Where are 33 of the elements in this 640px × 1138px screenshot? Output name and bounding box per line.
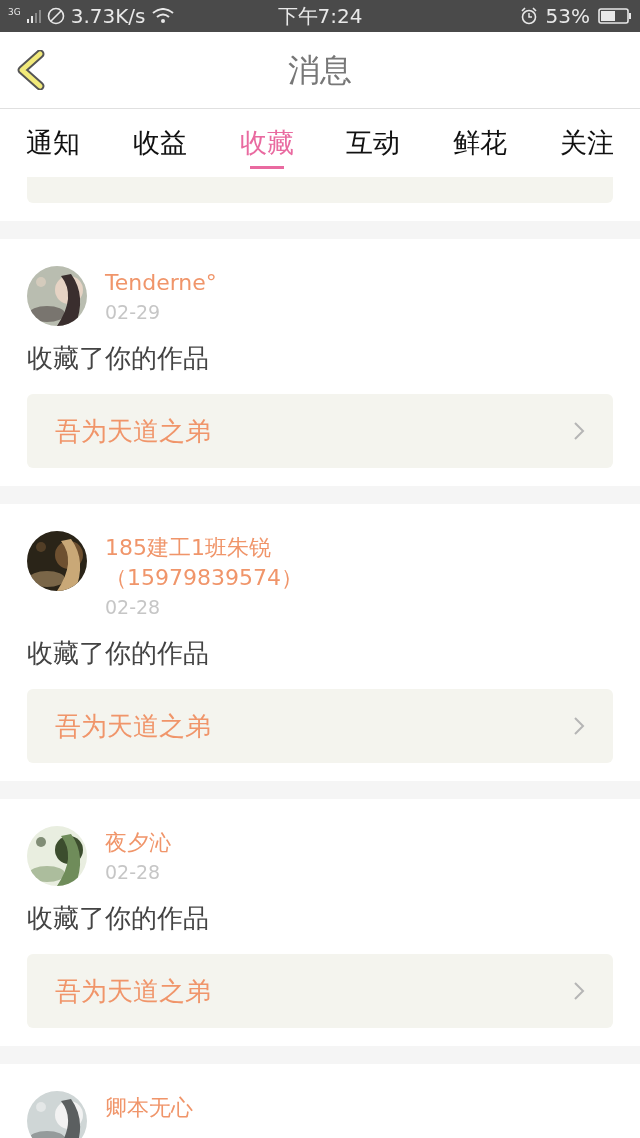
date: 02-28 [105, 860, 162, 885]
user-name[interactable]: 夜夕沁 [105, 828, 305, 858]
action-text: 收藏了你的作品 [27, 637, 210, 670]
back-chevron-icon [16, 50, 46, 90]
work-link[interactable]: 吾为天道之弟 [27, 394, 613, 468]
chevron-right-icon [573, 716, 585, 736]
tab[interactable]: 通知 [26, 109, 80, 177]
alarm-icon [519, 7, 538, 25]
work-link[interactable]: 吾为天道之弟 [27, 954, 613, 1028]
battery-percent: 53% [545, 3, 590, 30]
network-type: 3G [8, 8, 21, 17]
tab[interactable]: 鲜花 [453, 109, 508, 177]
battery-icon [598, 7, 632, 25]
page-title: 消息 [288, 50, 352, 91]
user-name[interactable]: 卿本无心 [105, 1093, 305, 1123]
user-name[interactable]: Tenderne° [105, 268, 305, 298]
tab[interactable]: 收益 [132, 109, 187, 177]
action-text: 收藏了你的作品 [27, 342, 210, 375]
tab[interactable]: 收藏 [239, 109, 294, 177]
tab[interactable]: 关注 [560, 109, 614, 177]
clock: 下午7:24 [276, 3, 364, 30]
chevron-right-icon [573, 981, 585, 1001]
network-speed: 3.73K/s [70, 3, 146, 30]
action-text: 收藏了你的作品 [27, 902, 210, 935]
date: 02-28 [105, 595, 162, 620]
date: 02-29 [105, 300, 162, 325]
chevron-right-icon [573, 421, 585, 441]
wifi-icon [151, 8, 174, 24]
signal-icon [26, 8, 41, 24]
tab[interactable]: 互动 [346, 109, 401, 177]
work-link[interactable]: 吾为天道之弟 [27, 689, 613, 763]
do-not-disturb-icon [46, 7, 65, 25]
user-name[interactable]: 185建工1班朱锐（15979839574） [105, 533, 305, 593]
